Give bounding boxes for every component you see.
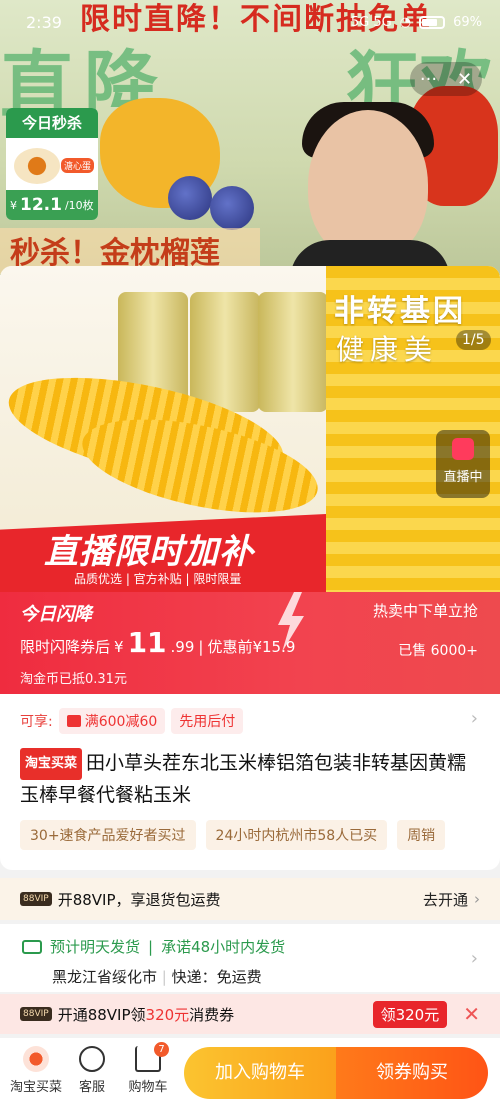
- status-icons: 5G 5G ◔ 69%: [351, 15, 482, 30]
- close-icon[interactable]: ✕: [457, 69, 472, 90]
- customer-service-button[interactable]: 客服: [60, 1046, 124, 1095]
- live-entry-button[interactable]: 直播中: [436, 430, 490, 498]
- shipping-promise: 预计明天发货 | 承诺48小时内发货: [22, 936, 285, 957]
- wifi-icon: ◔: [399, 14, 412, 30]
- product-info-card: 可享: 满600减60 先用后付 › 淘宝买菜 田小草头茬东北玉米棒铝箔包装非转基…: [0, 694, 500, 870]
- social-proof-chip: 24小时内杭州市58人已买: [205, 820, 388, 850]
- corn-pack-image: [258, 292, 328, 412]
- currency-symbol: ¥: [10, 198, 17, 212]
- claim-coupon-button[interactable]: 领320元: [372, 1000, 448, 1028]
- coupon-icon: [66, 715, 81, 727]
- social-proof-chips: 30+速食产品爱好者买过 24小时内杭州市58人已买 周销: [20, 820, 446, 850]
- cart-count-badge: 7: [154, 1042, 169, 1057]
- side-image-subtitle: 健康美: [336, 333, 439, 366]
- origin-text: 黑龙江省绥化市: [52, 968, 158, 986]
- coupon-strip-amount: 320元: [145, 1005, 190, 1024]
- buy-with-coupon-button[interactable]: 领券购买: [336, 1047, 488, 1099]
- shop-button[interactable]: 淘宝买菜: [4, 1046, 68, 1095]
- flash-sale-bar: 今日闪降 热卖中下单立抢 限时闪降券后 ¥ 11 .99 | 优惠前¥15.9 …: [0, 592, 500, 694]
- status-time: 2:39: [26, 12, 62, 32]
- battery-percent: 69%: [453, 14, 482, 30]
- shop-icon: [23, 1046, 49, 1072]
- price-prefix: 限时闪降券后: [20, 638, 111, 656]
- social-proof-chip: 周销: [397, 820, 446, 850]
- live-entry-label: 直播中: [443, 470, 483, 485]
- taojinbi-discount: 淘金币已抵0.31元: [20, 672, 127, 687]
- bottom-action-bar: 淘宝买菜 客服 7 购物车 加入购物车 领券购买: [0, 1038, 500, 1111]
- origin-separator: |: [161, 968, 167, 986]
- product-title-text: 田小草头茬东北玉米棒铝箔包装非转基因黄糯玉棒早餐代餐粘玉米: [20, 752, 467, 806]
- coupon-text: 满600减60: [84, 714, 158, 730]
- shop-tag: 淘宝买菜: [20, 748, 83, 780]
- blueberry-image: [168, 176, 212, 220]
- seckill-tag: 溏心蛋: [60, 158, 94, 173]
- promo-subtitle: 品质优选 | 官方补贴 | 限时限量: [74, 572, 242, 586]
- seckill-title: 今日秒杀: [6, 108, 98, 138]
- vip-text: 开88VIP，享退货包运费: [57, 890, 221, 909]
- chevron-right-icon: ›: [474, 890, 480, 908]
- coupon-badge[interactable]: 满600减60: [58, 708, 166, 734]
- vip-coupon-strip[interactable]: 88VIP 开通88VIP领 320元 消费券 领320元 ✕: [0, 994, 500, 1034]
- ship-commit: 承诺48小时内发货: [161, 938, 286, 956]
- offers-label: 可享:: [20, 714, 53, 730]
- chevron-right-icon[interactable]: ›: [471, 708, 478, 729]
- egg-image: [14, 148, 60, 184]
- live-bars-icon: [452, 438, 474, 460]
- social-proof-chip: 30+速食产品爱好者买过: [20, 820, 196, 850]
- vip-row[interactable]: 88VIP 开88VIP，享退货包运费 去开通 ›: [0, 878, 500, 920]
- close-icon[interactable]: ✕: [463, 1002, 480, 1026]
- vip-badge: 88VIP: [20, 892, 52, 906]
- product-image-carousel[interactable]: 直播限时加补 品质优选 | 官方补贴 | 限时限量 非转基因 健康美 1/5 直…: [0, 266, 500, 592]
- more-icon[interactable]: ···: [420, 69, 437, 90]
- delivery-text: 快递：免运费: [171, 968, 262, 986]
- flash-price-row: 限时闪降券后 ¥ 11 .99 | 优惠前¥15.9: [20, 626, 295, 659]
- flash-sale-label: 今日闪降: [20, 604, 92, 625]
- add-to-cart-button[interactable]: 加入购物车: [184, 1047, 336, 1099]
- seckill-price: ¥ 12.1 /10枚: [6, 190, 98, 220]
- ship-estimate: 预计明天发货: [50, 938, 141, 956]
- currency-symbol: ¥: [114, 638, 124, 656]
- pay-later-badge[interactable]: 先用后付: [171, 708, 244, 734]
- cart-label: 购物车: [128, 1080, 168, 1095]
- carousel-pager: 1/5: [456, 330, 491, 350]
- shipping-info[interactable]: 预计明天发货 | 承诺48小时内发货 黑龙江省绥化市 | 快递：免运费 ›: [0, 924, 500, 992]
- corn-pack-image: [190, 292, 260, 412]
- seckill-card[interactable]: 今日秒杀 溏心蛋 ¥ 12.1 /10枚: [6, 108, 98, 220]
- cart-button[interactable]: 7 购物车: [116, 1042, 180, 1095]
- vip-open-link[interactable]: 去开通: [423, 889, 468, 910]
- battery-icon: [419, 15, 446, 29]
- price-integer: 11: [127, 626, 167, 659]
- seckill-price-unit: /10枚: [64, 199, 94, 212]
- sold-count: 已售 6000+: [398, 643, 478, 659]
- original-price: 优惠前¥15.9: [207, 638, 296, 656]
- seckill-price-value: 12.1: [20, 195, 62, 215]
- shop-label: 淘宝买菜: [9, 1080, 62, 1095]
- ship-separator: |: [148, 937, 154, 956]
- promo-title: 直播限时加补: [44, 532, 254, 572]
- vip-badge: 88VIP: [20, 1007, 52, 1021]
- price-decimal: .99: [170, 638, 195, 656]
- price-separator: |: [198, 638, 204, 656]
- live-host-face: [308, 110, 428, 260]
- live-window-controls: ··· ✕: [410, 62, 482, 96]
- truck-icon: [22, 939, 42, 954]
- product-title: 淘宝买菜 田小草头茬东北玉米棒铝箔包装非转基因黄糯玉棒早餐代餐粘玉米: [20, 748, 482, 810]
- coupon-strip-text-a: 开通88VIP领: [57, 1005, 146, 1024]
- status-bar: 2:39 5G 5G ◔ 69%: [0, 0, 500, 44]
- signal-icon: 5G 5G: [350, 14, 392, 30]
- shipping-origin: 黑龙江省绥化市 | 快递：免运费: [52, 966, 262, 987]
- chat-face-icon: [79, 1046, 105, 1072]
- side-image-title: 非转基因: [334, 294, 466, 329]
- blueberry-image: [210, 186, 254, 230]
- chevron-right-icon: ›: [470, 948, 478, 969]
- coupon-strip-text-b: 消费券: [189, 1005, 235, 1024]
- service-label: 客服: [78, 1080, 105, 1095]
- flash-hot-text: 热卖中下单立抢: [372, 602, 478, 620]
- offers-row[interactable]: 可享: 满600减60 先用后付: [20, 708, 244, 734]
